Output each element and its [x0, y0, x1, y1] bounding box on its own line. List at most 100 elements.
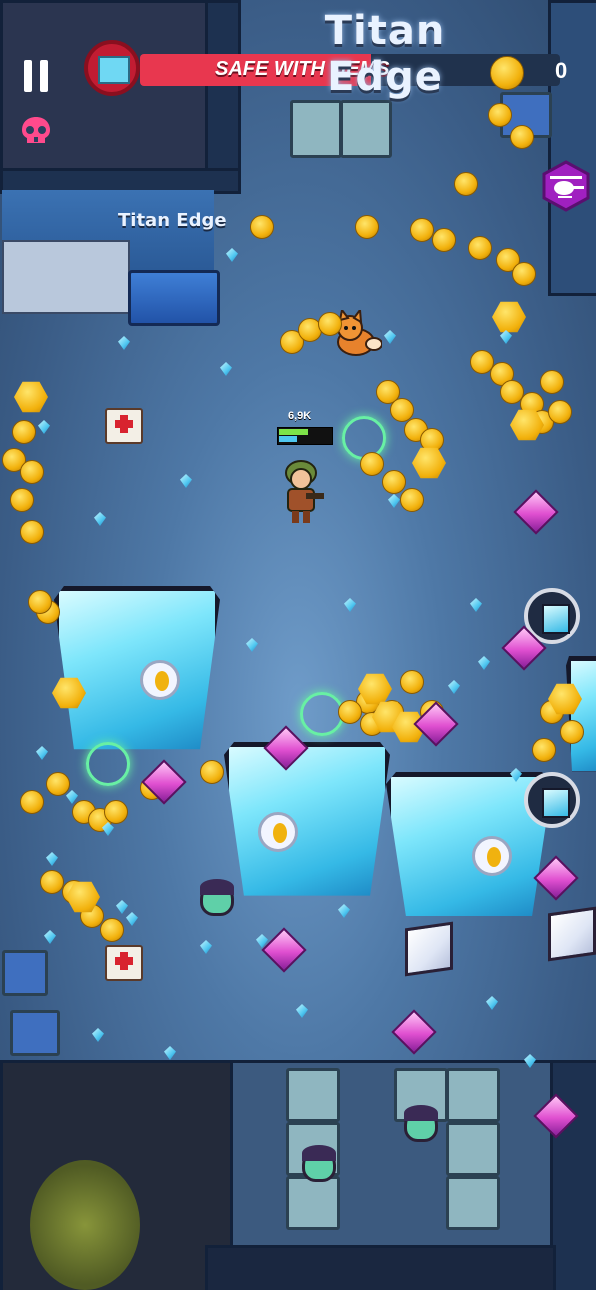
blue-gem-icon [384, 330, 396, 344]
gold-coin-icon [382, 470, 406, 494]
blue-gem-icon [388, 494, 400, 508]
crate [286, 1068, 340, 1122]
bottom-floor-edge [205, 1245, 556, 1290]
purple-gem-icon [261, 927, 307, 973]
blue-gem-icon [200, 940, 212, 954]
crate [446, 1122, 500, 1176]
poster-title: Titan Edge [118, 210, 227, 231]
gold-coin-icon [540, 370, 564, 394]
giant-crystal-center[interactable] [224, 742, 390, 896]
gold-coin-icon [28, 590, 52, 614]
cube-creature[interactable] [548, 906, 596, 962]
giant-crystal-left[interactable] [54, 586, 220, 750]
crate [290, 100, 342, 158]
gold-coin-icon [355, 215, 379, 239]
big-coin-icon [412, 447, 446, 479]
crystal-core-icon [258, 812, 298, 852]
blue-gem-icon [164, 1046, 176, 1060]
helicopter-button[interactable] [540, 160, 592, 212]
blue-gem-icon [94, 512, 106, 526]
blue-gem-icon [344, 598, 356, 612]
top-room-wall [205, 0, 241, 176]
gold-coin-icon [400, 670, 424, 694]
gold-coin-icon [12, 420, 36, 444]
blue-gem-icon [180, 474, 192, 488]
crate-blue [2, 950, 48, 996]
player-hero[interactable] [276, 455, 326, 525]
blue-gem-icon [126, 912, 138, 926]
crystal-portal-icon[interactable] [84, 40, 140, 96]
zombie-enemy[interactable] [200, 879, 234, 916]
player-health-bar [277, 427, 333, 445]
blue-gem-icon [448, 680, 460, 694]
giant-crystal-edge[interactable] [566, 656, 596, 772]
crystal-core-icon [140, 660, 180, 700]
crate-blue [10, 1010, 60, 1056]
blue-gem-icon [44, 930, 56, 944]
crate [286, 1176, 340, 1230]
gold-coin-icon [10, 488, 34, 512]
crate [340, 100, 392, 158]
pause-icon-bar [40, 60, 48, 92]
blue-gem-icon [338, 904, 350, 918]
pickup-magnet-ring [86, 742, 130, 786]
zombie-enemy[interactable] [302, 1145, 336, 1182]
gold-coin-icon [20, 460, 44, 484]
skull-icon[interactable] [20, 116, 52, 146]
crystal-direction-indicator [524, 772, 580, 828]
blue-gem-icon [92, 1028, 104, 1042]
gold-coin-icon [100, 918, 124, 942]
zombie-enemy[interactable] [404, 1105, 438, 1142]
gold-coin-icon [318, 312, 342, 336]
gem-counter-value: 0 [555, 58, 568, 83]
right-room-wall [548, 0, 596, 296]
gold-coin-icon [104, 800, 128, 824]
green-bush [30, 1160, 140, 1290]
gold-coin-icon [338, 700, 362, 724]
pause-button[interactable] [24, 60, 50, 92]
blue-supply-chest [128, 270, 220, 326]
blue-gem-icon [46, 852, 58, 866]
gold-coin-icon [532, 738, 556, 762]
health-fill [279, 429, 308, 435]
computer-desk [2, 240, 130, 314]
crystal-core-icon [472, 836, 512, 876]
game-scene[interactable]: Titan Edge 6,9K SAFE WITH GEMS Titan Edg… [0, 0, 596, 1290]
blue-gem-icon [220, 362, 232, 376]
game-title: Titan Edge [324, 8, 446, 100]
blue-gem-icon [478, 656, 490, 670]
blue-gem-icon [486, 996, 498, 1010]
gold-coin-icon [20, 520, 44, 544]
blue-gem-icon [296, 1004, 308, 1018]
medkit-icon[interactable] [105, 408, 143, 444]
gold-coin-icon [40, 870, 64, 894]
player-power-label: 6,9K [288, 410, 312, 422]
gold-coin-icon [400, 488, 424, 512]
big-coin-icon [492, 301, 526, 333]
blue-gem-icon [226, 248, 238, 262]
pause-icon [24, 60, 32, 92]
blue-gem-icon [116, 900, 128, 914]
gold-coin-icon [410, 218, 434, 242]
crystal-mini-icon [98, 56, 130, 84]
gold-coin-icon [468, 236, 492, 260]
gold-coin-icon [432, 228, 456, 252]
gold-coin-icon [200, 760, 224, 784]
gold-coin-icon [250, 215, 274, 239]
gold-coin-icon [512, 262, 536, 286]
gold-coin-icon [360, 452, 384, 476]
gold-coin-icon [488, 103, 512, 127]
purple-gem-icon [391, 1009, 437, 1055]
crate [446, 1068, 500, 1122]
gold-coin-icon [46, 772, 70, 796]
gold-coin-icon [454, 172, 478, 196]
big-coin-icon [14, 381, 48, 413]
shield-fill [279, 436, 297, 442]
gold-coin-icon [510, 125, 534, 149]
cube-creature[interactable] [405, 921, 453, 977]
gold-coin-icon [20, 790, 44, 814]
gold-coin-counter-icon [490, 56, 524, 90]
medkit-icon[interactable] [105, 945, 143, 981]
crate [446, 1176, 500, 1230]
gold-coin-icon [560, 720, 584, 744]
